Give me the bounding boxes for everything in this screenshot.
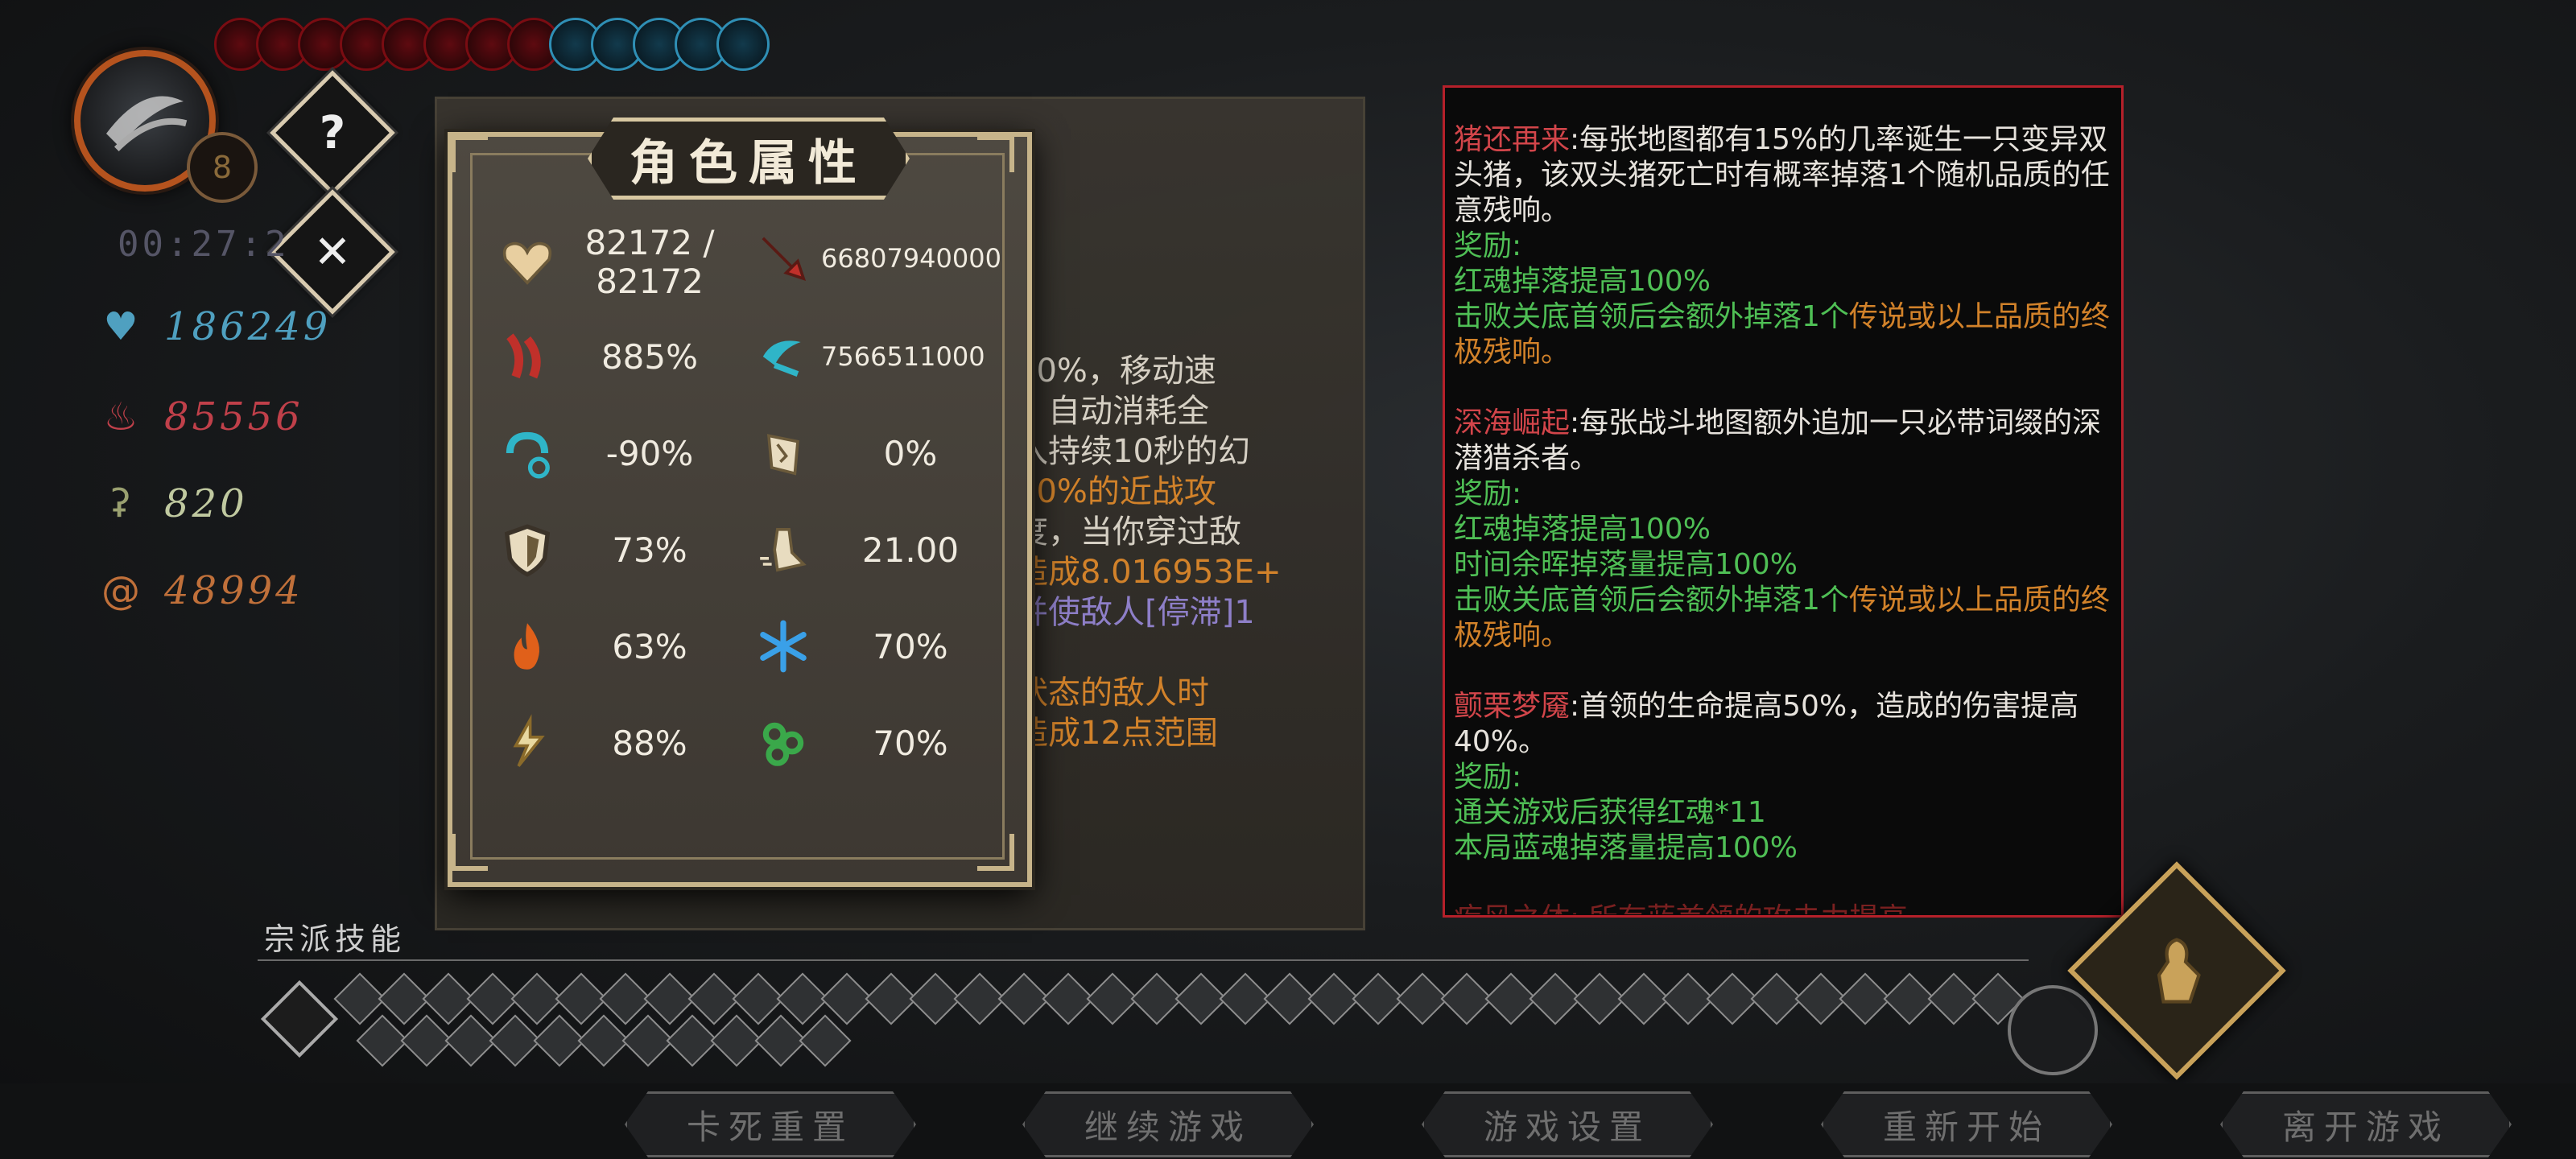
health-orbs [214,18,770,71]
reward-label: 奖励: [1454,477,1522,510]
attr-cooldown: -90% [493,419,726,488]
frame-corner [451,834,488,871]
game-settings-button[interactable]: 游戏设置 [1422,1091,1713,1157]
lightning-icon [493,708,562,777]
green-spirit-icon: ʡ [110,481,131,526]
attr-attack: 66807940000 [749,224,1001,293]
frame-corner [977,135,1014,172]
modifier-name: 颤栗梦魇 [1454,690,1571,723]
continue-game-button[interactable]: 继续游戏 [1022,1091,1314,1157]
attr-dodge: 0% [749,419,987,488]
modifier-entry: 猪还再来:每张地图都有15%的几率诞生一只变异双头猪，该双头猪死亡时有概率掉落1… [1454,122,2114,370]
reward-line: 击败关底首领后会额外掉落1个 [1454,300,1849,333]
attr-crit-rate: 885% [493,322,726,391]
attr-health: 82172 / 82172 [493,224,726,301]
level-badge: 8 [187,132,258,203]
modifier-entry: 颤栗梦魇:首领的生命提高50%，造成的伤害提高40%。 奖励: 通关游戏后获得红… [1454,689,2114,866]
question-icon: ? [319,106,346,159]
orange-spiral-icon: @ [101,568,140,613]
attr-fire-resist: 63% [493,612,726,681]
red-soul-icon: ♨ [103,394,138,439]
attributes-title: 角色属性 [630,134,868,192]
attr-armor: 73% [493,515,726,584]
blue-soul-stat: ♥ 186249 [98,304,331,349]
attr-poison-resist: 70% [749,708,987,777]
reward-line: 通关游戏后获得红魂*11 [1454,796,1766,829]
bg-line: 00%的近战攻 [1016,473,1216,510]
bg-line: 入持续10秒的幻 [1016,433,1250,470]
quit-game-button[interactable]: 离开游戏 [2220,1091,2512,1157]
help-button[interactable]: ? [270,70,395,196]
attack-power-icon [749,224,818,293]
weapon-swap-button[interactable] [2008,985,2098,1075]
blue-orb [716,18,770,71]
frame-corner [451,135,488,172]
modifier-entry: 深海崛起:每张战斗地图额外追加一只必带词缀的深潜猎杀者。 奖励: 红魂掉落提高1… [1454,406,2114,654]
skills-grid [269,966,2025,1067]
green-spirit-stat: ʡ 820 [98,481,248,526]
reward-line: 本局蓝魂掉落量提高100% [1454,831,1798,864]
bg-line: 度，当你穿过敌 [1016,514,1241,551]
cooldown-icon [493,419,562,488]
frame-corner [977,834,1014,871]
bg-line: 60%，移动速 [1016,353,1216,390]
reward-line: 击败关底首领后会额外掉落1个 [1454,584,1849,617]
bg-line: ：自动消耗全 [1016,393,1209,430]
fire-resist-icon [493,612,562,681]
attr-frost-resist: 70% [749,612,987,681]
bg-line [1016,633,1338,673]
golden-figure-icon [2104,898,2249,1043]
blue-soul-icon: ♥ [103,304,138,349]
modifier-cutoff-line: 疾风之体: 所有蓝首领的攻击力提高... [1454,895,2114,914]
sect-skills-label: 宗派技能 [264,922,407,957]
modifiers-list: 猪还再来:每张地图都有15%的几率诞生一只变异双头猪，该双头猪死亡时有概率掉落1… [1454,122,2114,901]
attr-lightning-resist: 88% [493,708,726,777]
shield-icon [493,515,562,584]
restart-button[interactable]: 重新开始 [1821,1091,2112,1157]
bg-line: 状态的敌人时 [1016,674,1209,711]
attr-speed: 21.00 [749,515,987,584]
background-panel-text: 60%，移动速 ：自动消耗全 入持续10秒的幻 00%的近战攻 度，当你穿过敌 … [1016,351,1338,753]
reward-label: 奖励: [1454,761,1522,794]
reward-line: 红魂掉落提高100% [1454,265,1711,298]
bg-line: 造成12点范围 [1016,715,1218,752]
close-icon: ✕ [313,225,352,278]
red-soul-stat: ♨ 85556 [98,394,303,439]
poison-icon [749,708,818,777]
snowflake-icon [749,612,818,681]
crit-damage-icon [749,322,818,391]
speed-icon [749,515,818,584]
dodge-icon [749,419,818,488]
attributes-title-plate: 角色属性 [588,118,910,200]
bg-line: 并使敌人[停滞]1 [1016,594,1255,631]
reward-line: 红魂掉落提高100% [1454,513,1711,546]
modifier-name: 猪还再来 [1454,123,1571,156]
bg-line: 造成8.016953E+ [1016,554,1282,591]
modifier-name: 深海崛起 [1454,406,1571,439]
heart-icon [493,228,562,297]
attr-crit-damage: 7566511000 [749,322,985,391]
orange-spiral-stat: @ 48994 [98,568,303,613]
crit-icon [493,322,562,391]
reward-label: 奖励: [1454,229,1522,262]
run-timer: 00:27:2 [118,224,290,265]
reward-line: 时间余晖掉落量提高100% [1454,548,1798,581]
stuck-reset-button[interactable]: 卡死重置 [625,1091,916,1157]
skills-divider [258,959,2029,961]
